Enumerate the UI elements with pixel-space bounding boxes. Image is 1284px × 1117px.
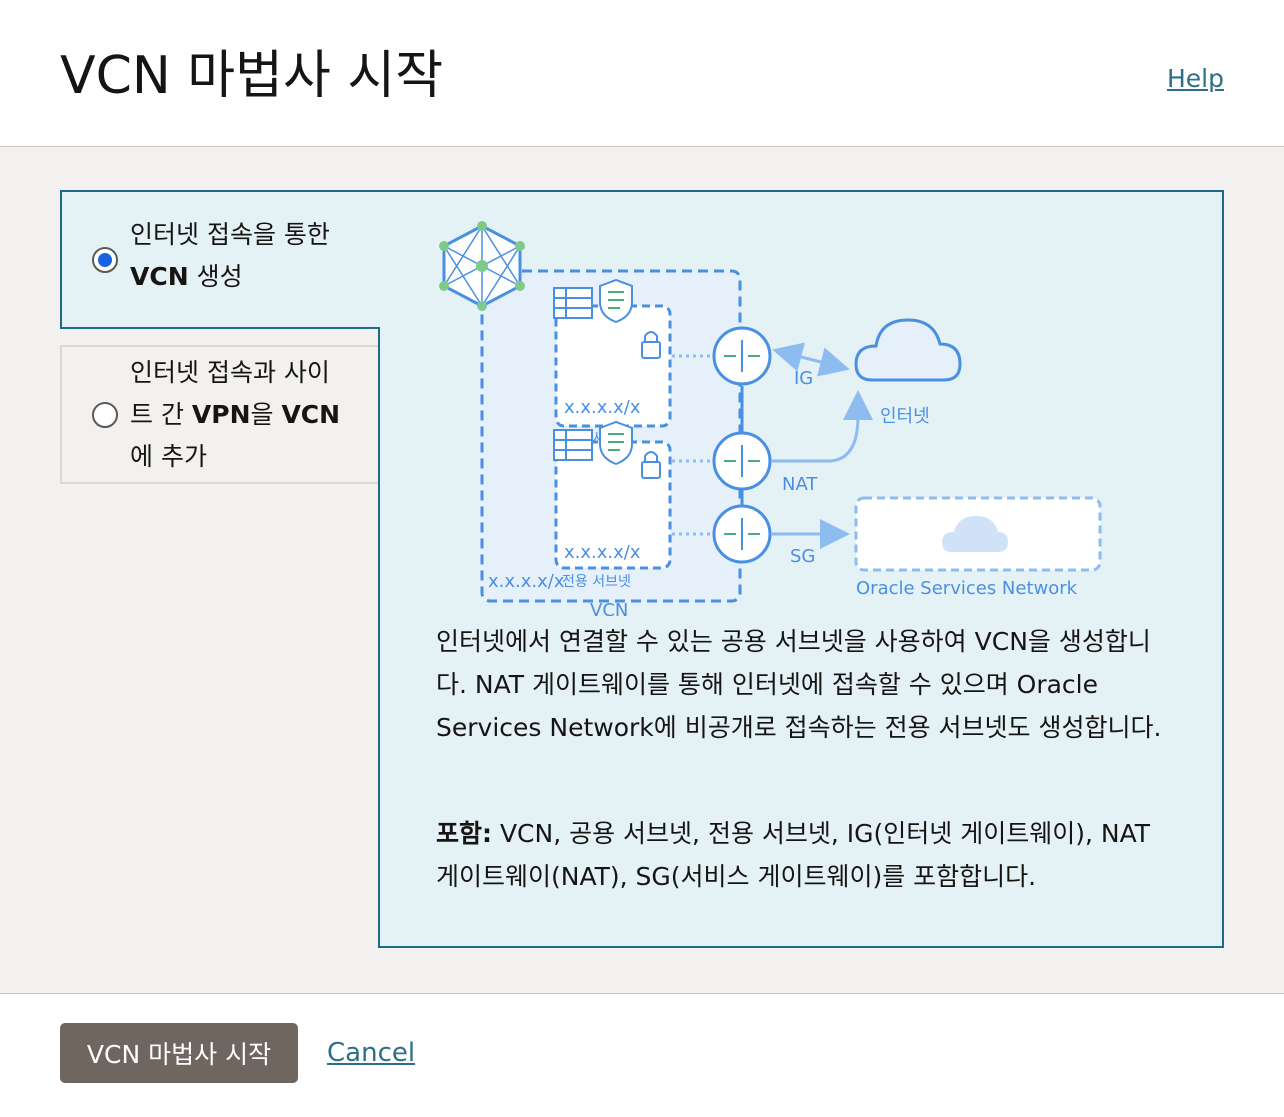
- vcn-cidr: x.x.x.x/x: [488, 571, 565, 592]
- sg-gateway-icon: [712, 504, 772, 564]
- option-description: 인터넷에서 연결할 수 있는 공용 서브넷을 사용하여 VCN을 생성합니다. …: [436, 627, 1162, 742]
- vcn-architecture-diagram: x.x.x.x/x 공용 서브넷 x.x.x.x/x 전용 서브넷 IG NAT…: [439, 221, 1102, 616]
- sg-label: SG: [790, 546, 815, 567]
- nat-arrow: [772, 390, 873, 463]
- oracle-services-network-box: [854, 496, 1102, 572]
- cancel-link[interactable]: Cancel: [327, 1038, 415, 1068]
- help-link[interactable]: Help: [1167, 64, 1224, 93]
- security-list-icon: [599, 278, 633, 324]
- ig-label: IG: [794, 368, 813, 389]
- option-label: 인터넷 접속과 사이 트 간 VPN을 VCN 에 추가: [130, 358, 341, 471]
- dialog-body: 인터넷 접속을 통한 VCN 생성 인터넷 접속과 사이 트 간 VPN을 VC…: [0, 147, 1284, 993]
- nat-gateway-icon: [712, 431, 772, 491]
- vcn-wizard-dialog: VCN 마법사 시작 Help 인터넷 접속을 통한 VCN 생성 인터넷 접속…: [0, 0, 1284, 1117]
- table-icon: [553, 429, 593, 461]
- private-subnet-label: 전용 서브넷: [562, 574, 631, 590]
- private-subnet: x.x.x.x/x 전용 서브넷: [553, 420, 672, 590]
- ig-gateway-icon: [712, 326, 772, 386]
- osn-label: Oracle Services Network: [856, 578, 1078, 599]
- radio-unselected[interactable]: [92, 402, 118, 428]
- security-list-icon: [599, 420, 633, 466]
- start-vcn-wizard-button[interactable]: VCN 마법사 시작: [60, 1023, 298, 1083]
- private-subnet-cidr: x.x.x.x/x: [564, 542, 641, 563]
- ig-arrow: [772, 342, 850, 377]
- internet-cloud-icon: [854, 318, 962, 382]
- internet-label: 인터넷: [880, 406, 930, 427]
- public-subnet-cidr: x.x.x.x/x: [564, 397, 641, 418]
- table-icon: [553, 287, 593, 319]
- dialog-title: VCN 마법사 시작: [60, 46, 444, 106]
- dialog-header: VCN 마법사 시작 Help: [0, 0, 1284, 147]
- vcn-label: VCN: [590, 600, 628, 616]
- dialog-footer: VCN 마법사 시작 Cancel: [0, 993, 1284, 1117]
- nat-label: NAT: [782, 474, 818, 495]
- option-vcn-with-internet[interactable]: 인터넷 접속을 통한 VCN 생성: [60, 190, 380, 329]
- option-label: 인터넷 접속을 통한 VCN 생성: [130, 220, 330, 291]
- radio-selected[interactable]: [92, 247, 118, 273]
- option-add-vpn-to-vcn[interactable]: 인터넷 접속과 사이 트 간 VPN을 VCN 에 추가: [60, 345, 380, 484]
- option-detail-panel: x.x.x.x/x 공용 서브넷 x.x.x.x/x 전용 서브넷 IG NAT…: [378, 190, 1224, 948]
- includes-text: 포함: VCN, 공용 서브넷, 전용 서브넷, IG(인터넷 게이트웨이), …: [436, 819, 1151, 891]
